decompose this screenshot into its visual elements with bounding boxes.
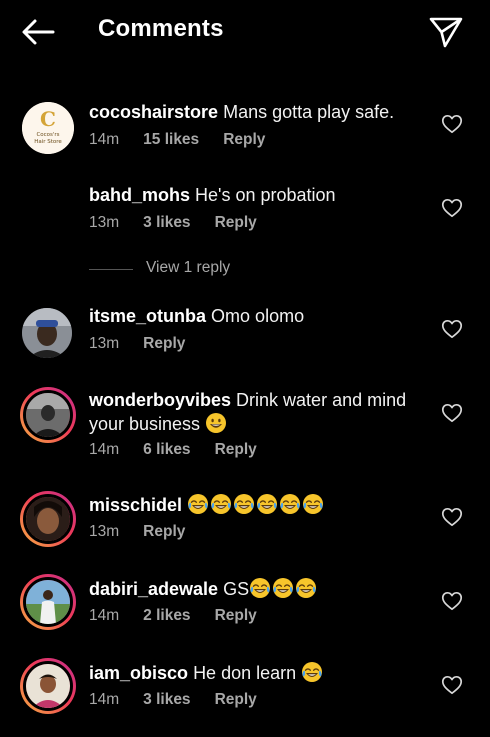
comment-body: Mans gotta play safe. bbox=[223, 102, 395, 122]
comment-text: cocoshairstore Mans gotta play safe. bbox=[89, 101, 429, 124]
tears-of-joy-emoji bbox=[295, 577, 317, 599]
comment-time: 13m bbox=[89, 523, 120, 540]
likes-count[interactable]: 15 likes bbox=[143, 131, 199, 149]
tears-of-joy-emoji bbox=[210, 493, 232, 515]
reply-button[interactable]: Reply bbox=[223, 131, 265, 149]
comment-username[interactable]: iam_obisco bbox=[89, 663, 188, 683]
avatar-photo bbox=[26, 664, 70, 708]
heart-icon[interactable] bbox=[441, 507, 463, 527]
avatar[interactable] bbox=[20, 387, 76, 443]
reply-button[interactable]: Reply bbox=[215, 691, 257, 709]
comment-body: Omo olomo bbox=[211, 306, 305, 326]
likes-count[interactable]: 6 likes bbox=[143, 441, 190, 459]
comment-time: 13m bbox=[89, 335, 120, 352]
comment-body: He don learn bbox=[193, 663, 297, 683]
grinning-emoji bbox=[205, 412, 227, 434]
avatar[interactable] bbox=[20, 491, 76, 547]
avatar-photo bbox=[26, 580, 70, 624]
reply-button[interactable]: Reply bbox=[215, 441, 257, 459]
heart-icon[interactable] bbox=[441, 114, 463, 134]
view-replies-label: View 1 reply bbox=[146, 259, 231, 276]
comment-username[interactable]: itsme_otunba bbox=[89, 306, 206, 326]
logo-letter: C bbox=[40, 107, 56, 131]
heart-icon[interactable] bbox=[441, 319, 463, 339]
tears-of-joy-emoji bbox=[301, 661, 323, 683]
comment-username[interactable]: bahd_mohs bbox=[89, 185, 190, 205]
avatar[interactable] bbox=[20, 574, 76, 630]
avatar[interactable] bbox=[20, 658, 76, 714]
comment-time: 14m bbox=[89, 691, 120, 708]
avatar[interactable]: C Cocos'rs Hair Store bbox=[22, 102, 74, 154]
logo-line-1: Cocos'rs bbox=[36, 132, 59, 138]
comment-meta: 13m Reply bbox=[89, 335, 209, 355]
likes-count[interactable]: 3 likes bbox=[143, 691, 190, 709]
reply-button[interactable]: Reply bbox=[143, 335, 185, 353]
comment-text: misschidel bbox=[89, 493, 429, 517]
comment-time: 14m bbox=[89, 131, 120, 148]
comment-time: 14m bbox=[89, 607, 120, 624]
comment-text: dabiri_adewale GS bbox=[89, 577, 429, 601]
comment-meta: 14m 2 likes Reply bbox=[89, 607, 281, 627]
heart-icon[interactable] bbox=[441, 198, 463, 218]
logo-line-2: Hair Store bbox=[34, 139, 62, 145]
comment-username[interactable]: cocoshairstore bbox=[89, 102, 218, 122]
heart-icon[interactable] bbox=[441, 403, 463, 423]
tears-of-joy-emoji bbox=[272, 577, 294, 599]
likes-count[interactable]: 2 likes bbox=[143, 607, 190, 625]
tears-of-joy-emoji bbox=[187, 493, 209, 515]
comment-meta: 13m 3 likes Reply bbox=[89, 214, 281, 234]
header-bar: Comments bbox=[0, 0, 490, 64]
reply-button[interactable]: Reply bbox=[215, 214, 257, 232]
comment-body: He's on probation bbox=[195, 185, 336, 205]
comment-username[interactable]: wonderboyvibes bbox=[89, 390, 231, 410]
avatar[interactable] bbox=[22, 308, 72, 358]
reply-button[interactable]: Reply bbox=[215, 607, 257, 625]
comment-text: iam_obisco He don learn bbox=[89, 661, 429, 685]
tears-of-joy-emoji bbox=[233, 493, 255, 515]
likes-count[interactable]: 3 likes bbox=[143, 214, 190, 232]
tears-of-joy-emoji bbox=[302, 493, 324, 515]
comment-time: 14m bbox=[89, 441, 120, 458]
comment-username[interactable]: misschidel bbox=[89, 495, 182, 515]
comment-meta: 13m Reply bbox=[89, 523, 209, 543]
comment-text: bahd_mohs He's on probation bbox=[89, 184, 429, 207]
tears-of-joy-emoji bbox=[256, 493, 278, 515]
avatar-photo bbox=[22, 308, 72, 358]
comment-time: 13m bbox=[89, 214, 120, 231]
tears-of-joy-emoji bbox=[249, 577, 271, 599]
heart-icon[interactable] bbox=[441, 591, 463, 611]
comment-body: GS bbox=[223, 579, 250, 599]
reply-button[interactable]: Reply bbox=[143, 523, 185, 541]
comment-meta: 14m 3 likes Reply bbox=[89, 691, 281, 711]
divider-line bbox=[89, 269, 133, 270]
comment-meta: 14m 15 likes Reply bbox=[89, 131, 289, 151]
comment-text: wonderboyvibes Drink water and mind your… bbox=[89, 389, 429, 436]
send-icon[interactable] bbox=[428, 15, 464, 49]
avatar-photo bbox=[26, 393, 70, 437]
tears-of-joy-emoji bbox=[279, 493, 301, 515]
avatar-photo bbox=[26, 497, 70, 541]
comment-meta: 14m 6 likes Reply bbox=[89, 441, 281, 461]
heart-icon[interactable] bbox=[441, 675, 463, 695]
comment-text: itsme_otunba Omo olomo bbox=[89, 305, 429, 328]
back-arrow-icon[interactable] bbox=[20, 16, 56, 48]
avatar-logo: C Cocos'rs Hair Store bbox=[22, 102, 74, 154]
comment-username[interactable]: dabiri_adewale bbox=[89, 579, 218, 599]
page-title: Comments bbox=[98, 15, 224, 42]
